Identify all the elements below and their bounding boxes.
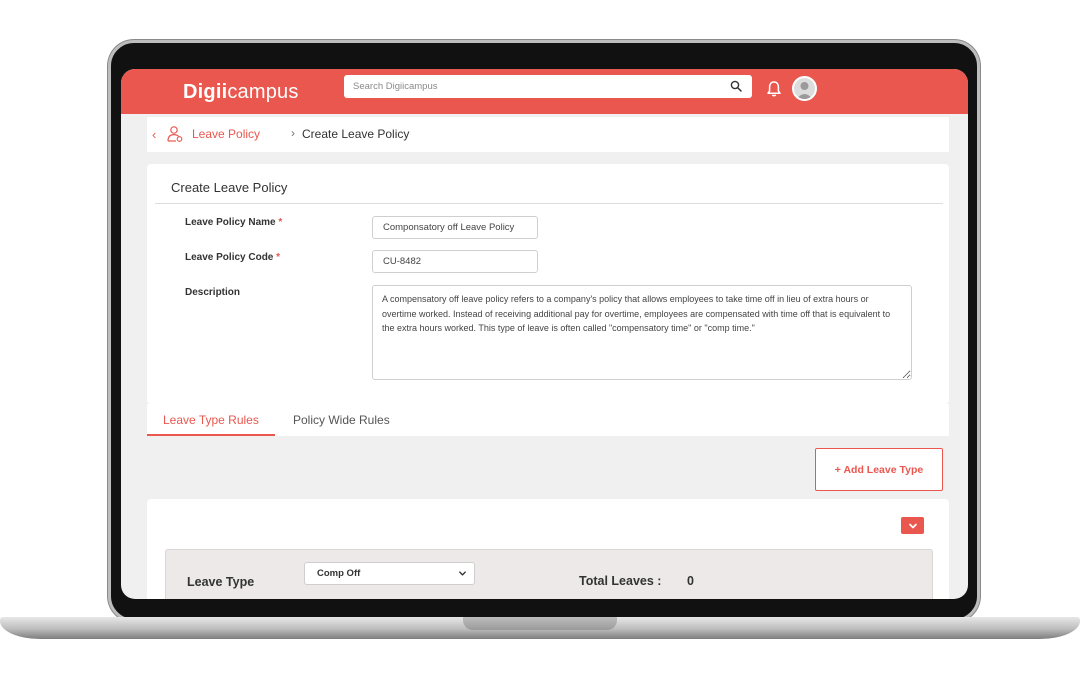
chevron-left-icon[interactable]: ‹	[152, 127, 156, 142]
create-policy-form: Create Leave Policy Leave Policy Name * …	[147, 164, 949, 404]
form-title: Create Leave Policy	[171, 180, 288, 195]
rules-tabs: Leave Type Rules Policy Wide Rules	[147, 404, 949, 436]
total-leaves-value: 0	[687, 574, 694, 588]
add-leave-type-button[interactable]: + Add Leave Type	[815, 448, 943, 491]
app-logo[interactable]: Digiicampus	[183, 81, 299, 104]
policy-code-input[interactable]	[372, 250, 538, 273]
bell-icon[interactable]	[766, 80, 782, 98]
leave-type-row: Leave Type Comp Off Total Leaves : 0	[165, 549, 933, 599]
policy-name-label: Leave Policy Name *	[185, 217, 282, 228]
tab-policy-wide-rules[interactable]: Policy Wide Rules	[293, 413, 390, 427]
laptop-mockup: Digiicampus ‹	[0, 0, 1080, 675]
required-mark: *	[276, 252, 281, 263]
logo-bold: Digii	[183, 81, 228, 103]
active-tab-indicator	[147, 434, 275, 436]
laptop-notch	[463, 617, 617, 630]
chevron-down-icon	[908, 523, 917, 528]
leave-type-rule-card: Leave Type Comp Off Total Leaves : 0	[147, 499, 949, 599]
leave-type-label: Leave Type	[187, 575, 255, 589]
collapse-button[interactable]	[901, 517, 924, 534]
breadcrumb-current: Create Leave Policy	[302, 127, 410, 141]
user-policy-icon	[167, 126, 183, 142]
form-divider	[155, 203, 943, 204]
policy-name-input[interactable]	[372, 216, 538, 239]
breadcrumb-separator: ›	[291, 126, 295, 140]
app-screen: Digiicampus ‹	[121, 69, 968, 599]
leave-type-select[interactable]: Comp Off	[304, 562, 475, 585]
required-mark: *	[278, 217, 283, 228]
policy-code-label: Leave Policy Code *	[185, 252, 280, 263]
user-avatar-icon[interactable]	[792, 76, 817, 101]
breadcrumb: ‹ Leave Policy › Create Leave Policy	[147, 117, 949, 152]
tab-leave-type-rules[interactable]: Leave Type Rules	[163, 413, 259, 427]
logo-light: campus	[227, 81, 299, 103]
policy-code-label-text: Leave Policy Code	[185, 252, 274, 263]
search-input[interactable]	[344, 75, 724, 98]
total-leaves-label: Total Leaves :	[579, 574, 662, 588]
leave-type-selected-value: Comp Off	[317, 568, 361, 579]
top-header: Digiicampus	[121, 69, 968, 114]
policy-name-label-text: Leave Policy Name	[185, 217, 276, 228]
search-box	[344, 75, 752, 98]
breadcrumb-leave-policy-link[interactable]: Leave Policy	[192, 127, 260, 141]
description-label: Description	[185, 287, 241, 298]
description-textarea[interactable]: A compensatory off leave policy refers t…	[372, 285, 912, 380]
search-icon[interactable]	[730, 80, 742, 92]
